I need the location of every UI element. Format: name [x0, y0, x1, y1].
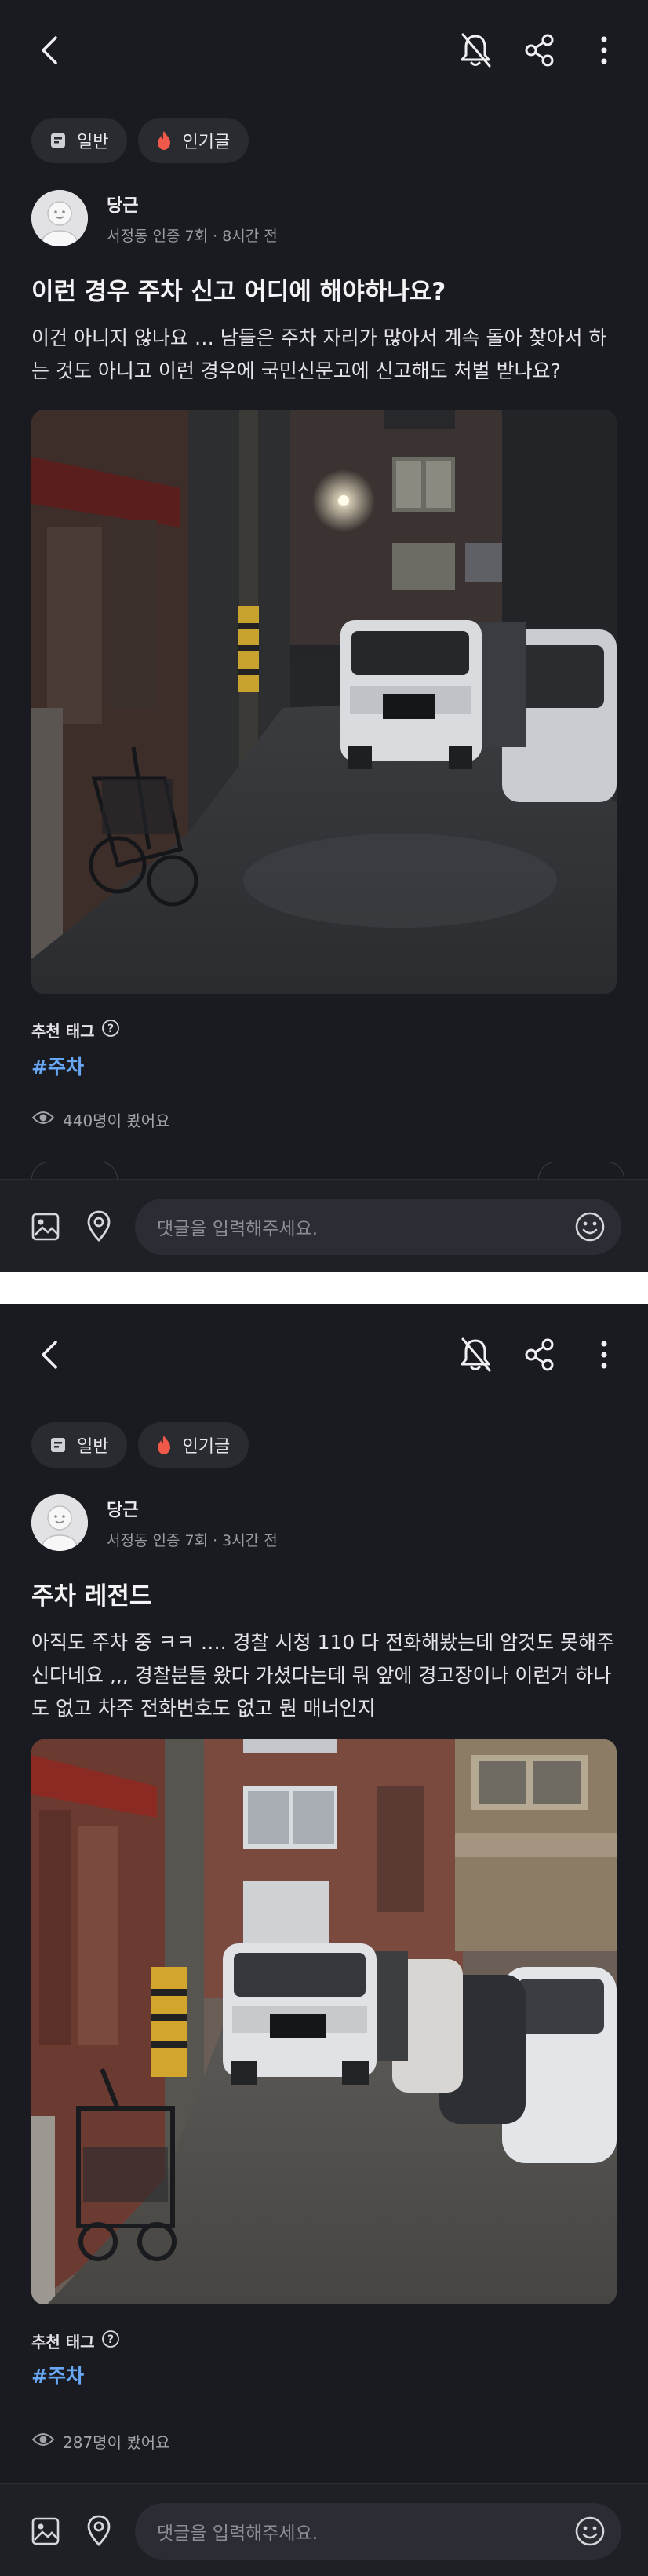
flame-icon — [155, 1435, 173, 1455]
post-body-line: 는 것도 아니고 이런 경우에 국민신문고에 신고해도 처벌 받나요? — [31, 359, 561, 382]
post-body-line: 아직도 주차 중 ㅋㅋ …. 경찰 시청 110 다 전화해봤는데 암것도 못해… — [31, 1631, 615, 1654]
more-vertical-icon[interactable] — [582, 28, 626, 72]
author-row[interactable]: 당근 서정동 인증 7회 · 8시간 전 — [31, 187, 278, 250]
top-app-bar — [0, 1304, 648, 1405]
tag-link[interactable]: #주차 — [31, 2361, 84, 2389]
share-icon[interactable] — [518, 1333, 562, 1377]
avatar[interactable] — [31, 1494, 88, 1551]
image-icon[interactable] — [27, 1208, 64, 1246]
recommended-tags-text: 추천 태그 — [31, 2333, 95, 2352]
author-name: 당근 — [107, 195, 139, 216]
location-pin-icon[interactable] — [80, 2511, 118, 2550]
eye-icon — [31, 2431, 55, 2452]
chip-popular-label: 인기글 — [182, 1437, 231, 1457]
post-body-line: 신다네요 ,,, 경찰분들 왔다 가셨다는데 뭐 앞에 경고장이나 이런거 하나 — [31, 1664, 612, 1687]
chip-general[interactable]: 일반 — [31, 118, 128, 163]
recommended-tags-text: 추천 태그 — [31, 1022, 95, 1041]
post-title: 주차 레전드 — [31, 1582, 152, 1611]
comment-placeholder: 댓글을 입력해주세요. — [157, 2523, 319, 2544]
chip-general-label: 일반 — [77, 133, 109, 152]
author-row[interactable]: 당근 서정동 인증 7회 · 3시간 전 — [31, 1491, 278, 1554]
view-count-text: 287명이 봤어요 — [63, 2433, 170, 2452]
svg-text:?: ? — [107, 2333, 114, 2346]
view-count: 287명이 봤어요 — [31, 2430, 170, 2453]
chip-popular[interactable]: 인기글 — [138, 118, 249, 163]
document-icon — [49, 131, 67, 150]
post-screen-1: 일반 인기글 당근 서정동 인증 7회 · 8시간 전 이런 경우 주차 신고 … — [0, 0, 648, 1272]
emoji-icon[interactable] — [574, 2516, 606, 2547]
recommended-tags-label: 추천 태그 ? — [31, 1019, 120, 1042]
comment-composer: 댓글을 입력해주세요. — [0, 2483, 648, 2576]
post-body: 아직도 주차 중 ㅋㅋ …. 경찰 시청 110 다 전화해봤는데 암것도 못해… — [31, 1626, 620, 1725]
comment-placeholder: 댓글을 입력해주세요. — [157, 1219, 319, 1239]
category-chips: 일반 인기글 — [31, 118, 249, 163]
author-name: 당근 — [107, 1500, 139, 1520]
top-app-bar — [0, 0, 648, 100]
post-body: 이건 아니지 않나요 … 남들은 주차 자리가 많아서 계속 돌아 찾아서 하 … — [31, 322, 620, 388]
chip-popular-label: 인기글 — [182, 133, 231, 152]
post-title: 이런 경우 주차 신고 어디에 해야하나요? — [31, 278, 446, 306]
tag-link[interactable]: #주차 — [31, 1052, 84, 1080]
chip-general[interactable]: 일반 — [31, 1422, 128, 1468]
svg-text:?: ? — [107, 1023, 114, 1035]
post-body-line: 도 없고 차주 전화번호도 없고 뭔 매너인지 — [31, 1697, 376, 1720]
comment-input[interactable]: 댓글을 입력해주세요. — [135, 2503, 621, 2560]
share-icon[interactable] — [518, 28, 562, 72]
category-chips: 일반 인기글 — [31, 1422, 249, 1468]
chip-popular[interactable]: 인기글 — [138, 1422, 249, 1468]
comment-input[interactable]: 댓글을 입력해주세요. — [135, 1199, 621, 1255]
avatar[interactable] — [31, 190, 88, 246]
emoji-icon[interactable] — [574, 1211, 606, 1242]
chip-general-label: 일반 — [77, 1437, 109, 1457]
help-circle-icon[interactable]: ? — [101, 1019, 120, 1042]
author-meta: 서정동 인증 7회 · 3시간 전 — [107, 1531, 278, 1549]
view-count: 440명이 봤어요 — [31, 1108, 170, 1131]
image-icon[interactable] — [27, 2512, 64, 2550]
view-count-text: 440명이 봤어요 — [63, 1111, 170, 1130]
back-arrow-icon[interactable] — [28, 1333, 72, 1377]
post-photo[interactable] — [31, 1739, 617, 2304]
author-meta: 서정동 인증 7회 · 8시간 전 — [107, 227, 278, 245]
back-arrow-icon[interactable] — [28, 28, 72, 72]
document-icon — [49, 1436, 67, 1454]
recommended-tags-label: 추천 태그 ? — [31, 2330, 120, 2352]
notification-off-icon[interactable] — [453, 28, 497, 72]
comment-composer: 댓글을 입력해주세요. — [0, 1179, 648, 1272]
post-photo[interactable] — [31, 410, 617, 994]
help-circle-icon[interactable]: ? — [101, 2330, 120, 2352]
location-pin-icon[interactable] — [80, 1206, 118, 1246]
post-body-line: 이건 아니지 않나요 … 남들은 주차 자리가 많아서 계속 돌아 찾아서 하 — [31, 327, 607, 349]
eye-icon — [31, 1109, 55, 1130]
flame-icon — [155, 130, 173, 151]
notification-off-icon[interactable] — [453, 1333, 497, 1377]
more-vertical-icon[interactable] — [582, 1333, 626, 1377]
post-screen-2: 일반 인기글 당근 서정동 인증 7회 · 3시간 전 주차 레전드 아직도 주… — [0, 1304, 648, 2576]
